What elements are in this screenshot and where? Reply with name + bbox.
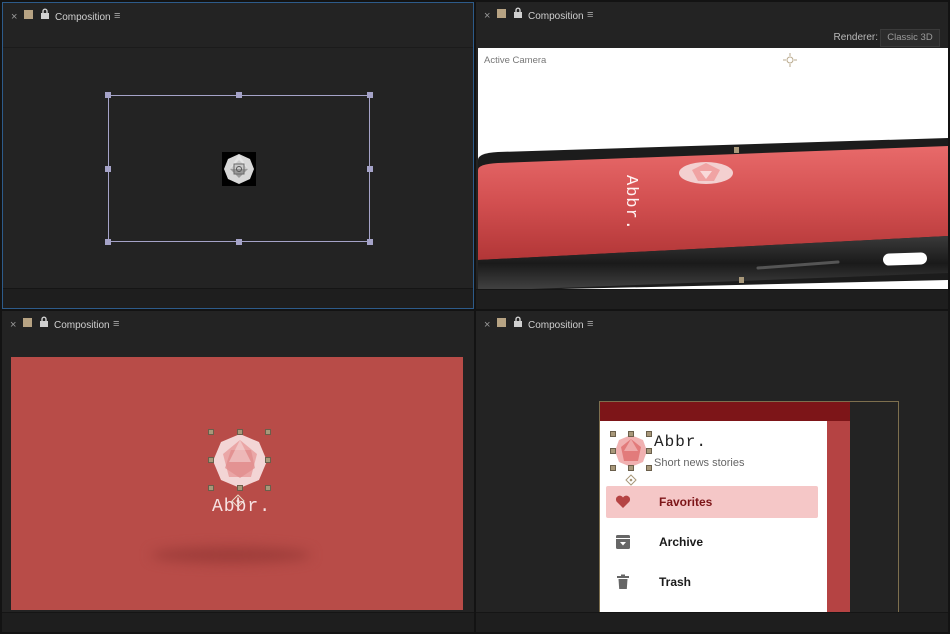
app-screen[interactable]: Abbr. Short news stories Favorites Archi… [600,402,850,617]
transform-handle[interactable] [628,465,634,471]
archive-icon [616,535,630,549]
panel-tab-bar: × Composition ≡ [476,311,948,339]
transform-handle[interactable] [367,239,373,245]
transform-handle[interactable] [265,485,271,491]
menu-item-label: Favorites [659,495,713,509]
close-tab-icon[interactable]: × [10,319,16,331]
panel-tab-bar: × Composition ≡ [3,3,473,31]
composition-panel-bottom-left[interactable]: × Composition ≡ Abbr. [2,311,474,632]
menu-item-archive[interactable]: Archive [606,526,818,558]
logo-text[interactable]: Abbr. [212,497,271,517]
panel-tab-bar: × Composition ≡ [2,311,474,339]
transform-handle[interactable] [237,429,243,435]
menu-item-label: Archive [659,535,704,549]
composition-panel-top-left[interactable]: × Composition ≡ [2,2,474,309]
composition-panel-bottom-right[interactable]: × Composition ≡ Abbr. Short news stories… [476,311,948,632]
heart-icon [615,495,631,508]
transform-handle[interactable] [646,465,652,471]
transform-handle[interactable] [610,431,616,437]
label-color-swatch[interactable] [497,9,506,18]
transform-handle[interactable] [646,448,652,454]
composition-panel-top-right[interactable]: × Composition ≡ Renderer: Classic 3D Act… [476,2,948,309]
lock-icon[interactable] [513,7,523,19]
app-title: Abbr. [654,433,708,451]
transform-handle[interactable] [236,92,242,98]
logo-text-3d: Abbr. [621,175,640,232]
close-tab-icon[interactable]: × [11,11,17,23]
phone-3d-render [478,53,948,291]
panel-menu-icon[interactable]: ≡ [587,9,593,21]
transform-handle[interactable] [208,457,214,463]
renderer-dropdown[interactable]: Classic 3D [880,29,940,47]
lock-icon[interactable] [40,8,50,20]
transform-handle[interactable] [105,239,111,245]
transform-handle[interactable] [265,429,271,435]
composition-canvas[interactable]: Abbr. [11,357,463,610]
gem-layer-thumbnail[interactable] [222,152,256,186]
transform-handle[interactable] [208,485,214,491]
panel-title[interactable]: Composition [55,12,111,23]
transform-handle[interactable] [208,429,214,435]
gem-icon[interactable] [613,433,649,469]
panel-footer-bar [2,612,474,632]
transform-handle[interactable] [236,239,242,245]
shadow-blur [151,547,311,563]
label-color-swatch[interactable] [24,10,33,19]
panel-title[interactable]: Composition [528,11,584,22]
label-color-swatch[interactable] [23,318,32,327]
panel-menu-icon[interactable]: ≡ [114,10,120,22]
app-subtitle: Short news stories [654,457,745,469]
transform-handle[interactable] [367,92,373,98]
lock-icon[interactable] [513,316,523,328]
renderer-label: Renderer: [833,32,878,43]
menu-item-trash[interactable]: Trash [606,566,818,598]
transform-handle[interactable] [610,448,616,454]
menu-item-favorites[interactable]: Favorites [606,486,818,518]
panel-footer-bar [3,288,473,308]
3d-viewport[interactable]: Active Camera Abbr. [478,48,948,291]
lock-icon[interactable] [39,316,49,328]
gem-icon [224,154,254,184]
panel-tab-bar: × Composition ≡ [476,2,948,30]
app-header-bar [600,402,850,421]
light-icon [783,53,797,67]
transform-handle[interactable] [265,457,271,463]
gem-icon[interactable] [211,432,269,490]
navigation-drawer[interactable]: Abbr. Short news stories Favorites Archi… [600,421,827,617]
transform-handle[interactable] [628,431,634,437]
panel-menu-icon[interactable]: ≡ [587,318,593,330]
transform-handle[interactable] [105,166,111,172]
anchor-point-icon[interactable] [625,474,637,486]
transform-handle[interactable] [646,431,652,437]
close-tab-icon[interactable]: × [484,10,490,22]
close-tab-icon[interactable]: × [484,319,490,331]
label-color-swatch[interactable] [497,318,506,327]
transform-handle[interactable] [237,485,243,491]
panel-title[interactable]: Composition [54,320,110,331]
panel-footer-bar [476,612,948,632]
panel-title[interactable]: Composition [528,320,584,331]
transform-handle[interactable] [367,166,373,172]
menu-item-label: Trash [659,575,692,589]
transform-handle[interactable] [610,465,616,471]
trash-icon [617,574,629,589]
panel-footer-bar [476,289,948,309]
transform-handle[interactable] [105,92,111,98]
panel-menu-icon[interactable]: ≡ [113,318,119,330]
